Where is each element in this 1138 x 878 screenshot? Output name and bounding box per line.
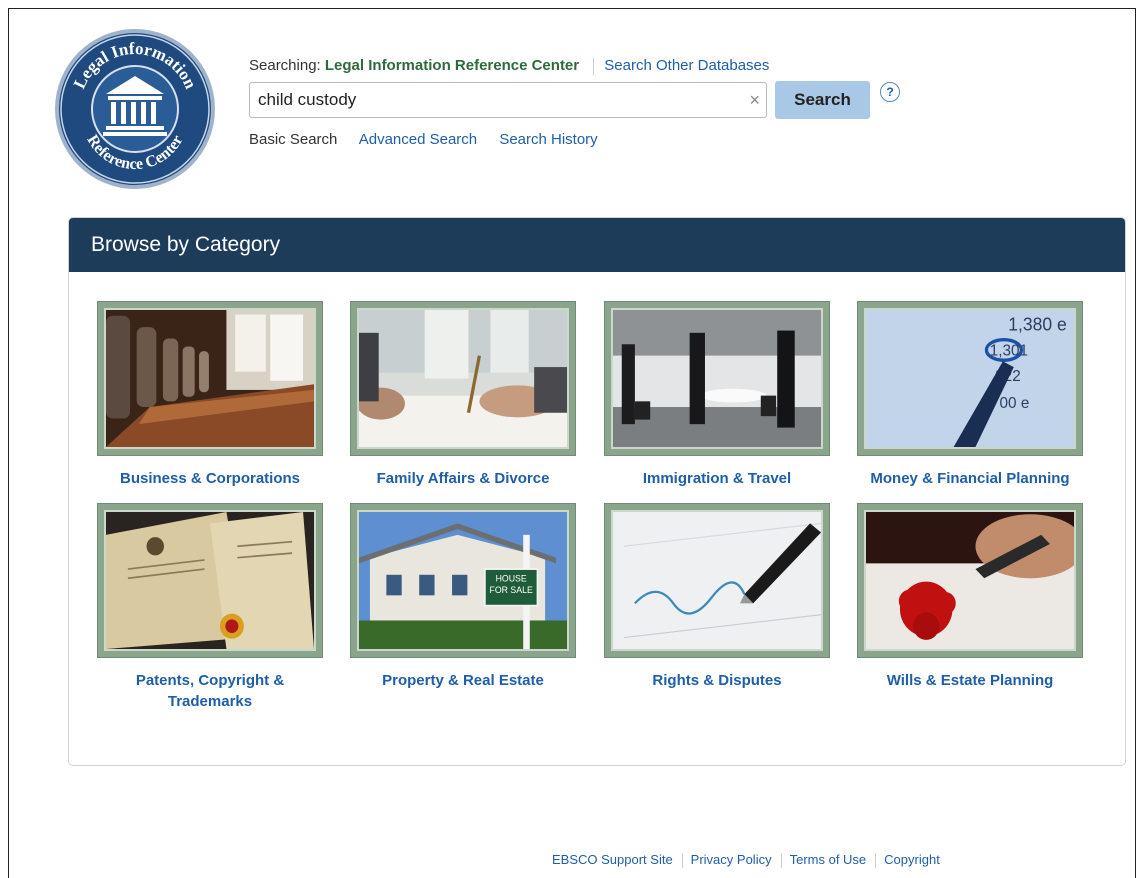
category-business: Business & Corporations	[97, 301, 323, 489]
category-tile[interactable]	[604, 301, 830, 456]
category-label[interactable]: Family Affairs & Divorce	[350, 468, 576, 489]
financial-figures-image[interactable]: 1,380 e 1,301 322 00 e	[864, 308, 1076, 449]
category-label[interactable]: Rights & Disputes	[604, 670, 830, 691]
footer-link-privacy[interactable]: Privacy Policy	[691, 852, 772, 867]
panel-title: Browse by Category	[69, 218, 1125, 272]
category-tile[interactable]	[97, 503, 323, 658]
search-other-databases-link[interactable]: Search Other Databases	[604, 57, 769, 74]
footer-link-support[interactable]: EBSCO Support Site	[552, 852, 673, 867]
category-label[interactable]: Immigration & Travel	[604, 468, 830, 489]
money-number: 1,380 e	[1008, 314, 1066, 334]
category-wills: Wills & Estate Planning	[857, 503, 1083, 691]
search-history-link[interactable]: Search History	[499, 131, 597, 148]
searching-label: Searching:	[249, 57, 321, 74]
category-patents: Patents, Copyright & Trademarks	[97, 503, 323, 712]
category-tile[interactable]	[604, 503, 830, 658]
category-label[interactable]: Money & Financial Planning	[857, 468, 1083, 489]
legal-information-logo[interactable]: Legal Information Reference Center	[54, 28, 216, 190]
category-label[interactable]: Patents, Copyright & Trademarks	[97, 670, 323, 712]
search-box: ×	[249, 82, 767, 118]
signing-documents-image[interactable]	[357, 308, 569, 449]
basic-search-label: Basic Search	[249, 131, 338, 148]
browse-by-category-panel: Browse by Category Business & Corporatio…	[68, 217, 1126, 766]
category-rights: Rights & Disputes	[604, 503, 830, 691]
category-property: HOUSE FOR SALE Property & Real Estate	[350, 503, 576, 691]
category-label[interactable]: Business & Corporations	[97, 468, 323, 489]
footer-links: EBSCO Support Site Privacy Policy Terms of…	[552, 852, 940, 869]
separator	[593, 57, 595, 75]
advanced-search-link[interactable]: Advanced Search	[359, 131, 477, 148]
category-family: Family Affairs & Divorce	[350, 301, 576, 489]
category-label[interactable]: Property & Real Estate	[350, 670, 576, 691]
house-for-sale-image[interactable]: HOUSE FOR SALE	[357, 510, 569, 651]
clear-icon[interactable]: ×	[749, 91, 760, 109]
separator	[875, 853, 877, 869]
category-tile[interactable]	[857, 503, 1083, 658]
category-tile[interactable]	[97, 301, 323, 456]
help-icon[interactable]: ?	[880, 82, 900, 102]
wax-seal-image[interactable]	[864, 510, 1076, 651]
category-immigration: Immigration & Travel	[604, 301, 830, 489]
current-database: Legal Information Reference Center	[324, 57, 580, 74]
patent-certificate-image[interactable]	[104, 510, 316, 651]
separator	[681, 853, 683, 869]
category-tile[interactable]: 1,380 e 1,301 322 00 e	[857, 301, 1083, 456]
category-tile[interactable]	[350, 301, 576, 456]
searching-line: Searching: Legal Information Reference C…	[249, 57, 769, 75]
category-money: 1,380 e 1,301 322 00 e Money & Financial…	[857, 301, 1083, 489]
house-sign-text: HOUSE FOR SALE	[489, 573, 533, 596]
boardroom-image[interactable]	[104, 308, 316, 449]
search-mode-links: Basic Search Advanced Search Search Hist…	[249, 131, 616, 148]
category-label[interactable]: Wills & Estate Planning	[857, 670, 1083, 691]
footer-link-terms[interactable]: Terms of Use	[790, 852, 867, 867]
separator	[780, 853, 782, 869]
search-input[interactable]	[258, 89, 728, 111]
footer-link-copyright[interactable]: Copyright	[884, 852, 940, 867]
pen-signature-image[interactable]	[611, 510, 823, 651]
airport-travelers-image[interactable]	[611, 308, 823, 449]
money-number: 00 e	[1000, 395, 1030, 412]
money-number: 1,301	[990, 342, 1028, 359]
search-button[interactable]: Search	[775, 81, 870, 119]
category-tile[interactable]: HOUSE FOR SALE	[350, 503, 576, 658]
